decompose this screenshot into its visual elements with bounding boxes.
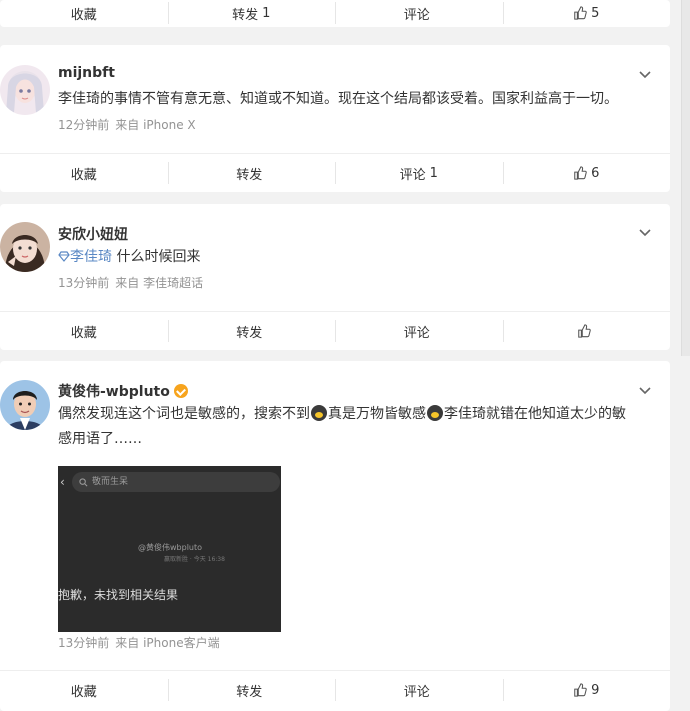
like-count: 5 (591, 5, 600, 21)
image-watermark: @黄俊伟wbpluto (138, 543, 203, 552)
search-icon (79, 478, 88, 487)
post-text: 什么时候回来 (116, 249, 201, 265)
image-search-text: 敬而生呆 (92, 477, 129, 487)
thumbs-up-icon (574, 166, 587, 180)
post-text-part: 真是万物皆敏感 (328, 406, 426, 422)
post-source: 来自 iPhone客户端 (115, 636, 220, 650)
comment-button[interactable]: 评论 1 (335, 162, 503, 184)
repost-count: 1 (262, 5, 271, 21)
comment-label: 评论 (403, 325, 430, 341)
thumbs-up-icon (574, 6, 587, 20)
favorite-label: 收藏 (70, 684, 97, 700)
thumbs-up-icon (578, 324, 592, 338)
comment-label: 评论 (399, 167, 426, 183)
thumbs-up-icon (574, 683, 587, 697)
comment-button[interactable]: 评论 (335, 320, 503, 342)
comment-button[interactable]: 评论 (335, 2, 503, 24)
post-time[interactable]: 13分钟前 (58, 636, 109, 650)
back-arrow-icon: ‹ (60, 475, 65, 489)
post-text: 偶然发现连这个词也是敏感的，搜索不到 真是万物皆敏感 李佳琦就错在他知道太少的敏感用… (58, 402, 638, 452)
post-source[interactable]: 来自 李佳琦超话 (115, 276, 203, 290)
post-card: 收藏 转发 1 评论 5 (0, 0, 670, 27)
favorite-button[interactable]: 收藏 (0, 679, 168, 701)
favorite-label: 收藏 (70, 167, 97, 183)
username-text: 黄俊伟-wbpluto (58, 384, 170, 400)
username[interactable]: mijnbft (58, 65, 115, 81)
action-bar: 收藏 转发 评论 1 6 (0, 153, 670, 192)
chevron-down-icon[interactable] (638, 383, 652, 397)
favorite-label: 收藏 (70, 325, 97, 341)
repost-button[interactable]: 转发 (167, 162, 336, 184)
repost-label: 转发 (236, 325, 263, 341)
topic-label: 李佳琦 (70, 249, 112, 265)
action-bar: 收藏 转发 1 评论 5 (0, 0, 670, 32)
post-text-part: 李佳琦就错在他知道太少的敏 (444, 406, 626, 422)
action-bar: 收藏 转发 评论 9 (0, 670, 670, 709)
avatar[interactable] (0, 380, 50, 430)
comment-label: 评论 (403, 684, 430, 700)
avatar-image (0, 222, 50, 272)
comment-count: 1 (429, 165, 438, 181)
image-watermark-sub: 赢取新胜 · 今天 16:38 (164, 556, 225, 563)
like-count: 9 (591, 682, 600, 698)
favorite-label: 收藏 (70, 7, 97, 23)
post-meta: 12分钟前 来自 iPhone X (58, 116, 196, 133)
repost-button[interactable]: 转发 1 (167, 2, 336, 24)
vip-badge-icon (173, 384, 188, 398)
scrollbar-thumb[interactable] (681, 0, 690, 356)
comment-button[interactable]: 评论 (335, 679, 503, 701)
action-bar: 收藏 转发 评论 (0, 311, 670, 350)
repost-label: 转发 (236, 167, 263, 183)
avatar-image (0, 380, 50, 430)
like-button[interactable]: 9 (502, 679, 671, 701)
post-image[interactable]: ‹ 敬而生呆 @黄俊伟wbpluto 赢取新胜 · 今天 16:38 抱歉，未找… (58, 466, 281, 632)
chevron-down-icon[interactable] (638, 67, 652, 81)
like-count: 6 (591, 165, 600, 181)
scream-emoji-icon (311, 405, 327, 421)
username[interactable]: 安欣小妞妞 (58, 224, 128, 244)
post-card: 安欣小妞妞 李佳琦 什么时候回来 13分钟前 来自 李佳琦超话 收藏 转发 评论 (0, 204, 670, 350)
repost-label: 转发 (232, 7, 259, 23)
topic-link[interactable]: 李佳琦 (58, 249, 116, 265)
avatar[interactable] (0, 222, 50, 272)
repost-label: 转发 (236, 684, 263, 700)
post-text-part: 感用语了…… (58, 431, 142, 447)
like-button[interactable] (502, 320, 671, 342)
comment-label: 评论 (403, 7, 430, 23)
avatar[interactable] (0, 65, 50, 115)
post-source: 来自 iPhone X (115, 118, 196, 132)
image-search-bar: 敬而生呆 (72, 472, 280, 492)
chevron-down-icon[interactable] (638, 225, 652, 239)
favorite-button[interactable]: 收藏 (0, 320, 168, 342)
username[interactable]: 黄俊伟-wbpluto (58, 381, 188, 401)
diamond-icon (58, 251, 70, 262)
post-meta: 13分钟前 来自 iPhone客户端 (58, 634, 220, 651)
post-text: 李佳琦的事情不管有意无意、知道或不知道。现在这个结局都该受着。国家利益高于一切。 (58, 91, 618, 107)
repost-button[interactable]: 转发 (167, 320, 336, 342)
post-time[interactable]: 12分钟前 (58, 118, 109, 132)
post-text-line: 李佳琦 什么时候回来 (58, 245, 638, 270)
post-card: 黄俊伟-wbpluto 偶然发现连这个词也是敏感的，搜索不到 真是万物皆敏感 李佳琦… (0, 361, 670, 711)
repost-button[interactable]: 转发 (167, 679, 336, 701)
post-time[interactable]: 13分钟前 (58, 276, 109, 290)
favorite-button[interactable]: 收藏 (0, 2, 168, 24)
post-card: mijnbft 李佳琦的事情不管有意无意、知道或不知道。现在这个结局都该受着。国… (0, 45, 670, 192)
post-text-part: 偶然发现连这个词也是敏感的，搜索不到 (58, 406, 310, 422)
post-meta: 13分钟前 来自 李佳琦超话 (58, 274, 203, 291)
avatar-image (0, 65, 50, 115)
favorite-button[interactable]: 收藏 (0, 162, 168, 184)
like-button[interactable]: 5 (502, 2, 671, 24)
like-button[interactable]: 6 (502, 162, 671, 184)
image-empty-message: 抱歉，未找到相关结果 (58, 588, 179, 602)
scream-emoji-icon (427, 405, 443, 421)
